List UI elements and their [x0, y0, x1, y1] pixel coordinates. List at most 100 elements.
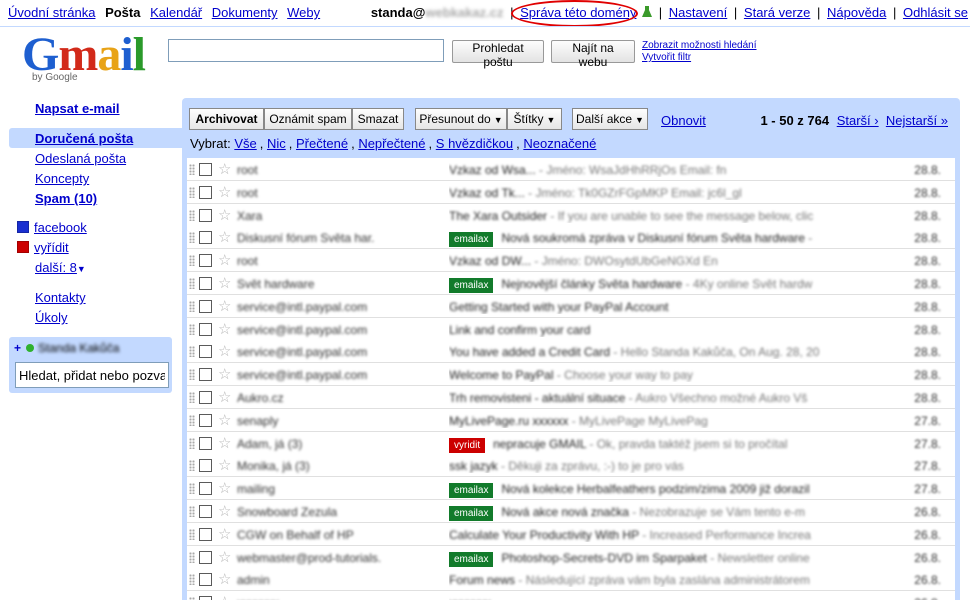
table-row[interactable]: ☆ CGW on Behalf of HP Calculate Your Produ…	[187, 522, 955, 546]
sidebar-item-drafts[interactable]: Koncepty	[35, 171, 89, 186]
label-item-facebook[interactable]: facebook	[17, 220, 87, 235]
labs-flask-icon[interactable]	[642, 6, 653, 18]
logout-link[interactable]: Odhlásit se	[903, 5, 968, 20]
drag-handle-icon[interactable]	[189, 414, 195, 426]
chat-expand-icon[interactable]: +	[14, 341, 21, 355]
star-icon[interactable]: ☆	[218, 342, 231, 360]
select-read-link[interactable]: Přečtené	[296, 136, 348, 151]
topnav-mail[interactable]: Pošta	[105, 5, 140, 20]
star-icon[interactable]: ☆	[218, 548, 231, 566]
label-item-vyridit[interactable]: vyřídit	[17, 240, 69, 255]
drag-handle-icon[interactable]	[189, 369, 195, 381]
drag-handle-icon[interactable]	[189, 300, 195, 312]
table-row[interactable]: ☆ service@intl.paypal.com You have added a…	[187, 340, 955, 364]
row-checkbox[interactable]	[199, 299, 212, 313]
table-row[interactable]: ☆ xxxxxxx xxxxxxx 26.8.	[187, 591, 955, 600]
old-version-link[interactable]: Stará verze	[744, 5, 810, 20]
star-icon[interactable]: ☆	[218, 365, 231, 383]
table-row[interactable]: ☆ Svět hardware emailax Nejnovější články S…	[187, 272, 955, 295]
star-icon[interactable]: ☆	[218, 593, 231, 600]
drag-handle-icon[interactable]	[189, 528, 195, 540]
sidebar-item-tasks[interactable]: Úkoly	[35, 310, 68, 325]
search-web-button[interactable]: Najít na webu	[551, 40, 635, 69]
row-checkbox[interactable]	[199, 208, 212, 222]
status-online-icon[interactable]	[26, 344, 35, 352]
drag-handle-icon[interactable]	[189, 551, 195, 563]
row-checkbox[interactable]	[199, 527, 212, 541]
row-checkbox[interactable]	[199, 277, 212, 290]
row-checkbox[interactable]	[199, 596, 212, 600]
table-row[interactable]: ☆ Monika, já (3) ssk jazyk - Děkuji za zpr…	[187, 454, 955, 478]
row-checkbox[interactable]	[199, 368, 212, 382]
drag-handle-icon[interactable]	[189, 255, 195, 267]
star-icon[interactable]: ☆	[218, 479, 231, 497]
row-checkbox[interactable]	[199, 254, 212, 268]
star-icon[interactable]: ☆	[218, 251, 231, 269]
gmail-logo[interactable]: Gmail by Google	[22, 30, 154, 88]
sidebar-item-sent[interactable]: Odeslaná pošta	[35, 151, 126, 166]
table-row[interactable]: ☆ Aukro.cz Trh removisteni - aktuální situ…	[187, 386, 955, 409]
star-icon[interactable]: ☆	[218, 320, 231, 338]
more-actions-dropdown[interactable]: Další akce ▼	[572, 108, 648, 130]
row-checkbox[interactable]	[199, 436, 212, 450]
sidebar-item-inbox[interactable]: Doručená pošta	[9, 128, 182, 148]
star-icon[interactable]: ☆	[218, 183, 231, 201]
star-icon[interactable]: ☆	[218, 274, 231, 292]
domain-admin-link[interactable]: Správa této domény	[520, 5, 636, 20]
row-checkbox[interactable]	[199, 573, 212, 587]
star-icon[interactable]: ☆	[218, 434, 231, 452]
table-row[interactable]: ☆ service@intl.paypal.com Welcome to PayPa…	[187, 363, 955, 387]
table-row[interactable]: ☆ admin Forum news - Následující zpráva vá…	[187, 568, 955, 592]
star-icon[interactable]: ☆	[218, 388, 231, 406]
report-spam-button[interactable]: Oznámit spam	[264, 108, 352, 130]
archive-button[interactable]: Archivovat	[189, 108, 264, 130]
star-icon[interactable]: ☆	[218, 228, 231, 246]
star-icon[interactable]: ☆	[218, 297, 231, 315]
table-row[interactable]: ☆ Diskusní fórum Světa har. emailax Nová so…	[187, 226, 955, 250]
star-icon[interactable]: ☆	[218, 502, 231, 520]
select-none-link[interactable]: Nic	[267, 136, 286, 151]
row-checkbox[interactable]	[199, 185, 212, 199]
row-checkbox[interactable]	[199, 231, 212, 245]
select-unstarred-link[interactable]: Neoznačené	[523, 136, 596, 151]
star-icon[interactable]: ☆	[218, 570, 231, 588]
table-row[interactable]: ☆ root Vzkaz od Tk... - Jméno: Tk0GZrFGpMK…	[187, 180, 955, 204]
table-row[interactable]: ☆ service@intl.paypal.com Getting Started …	[187, 294, 955, 318]
oldest-link[interactable]: Nejstarší »	[886, 113, 948, 128]
help-link[interactable]: Nápověda	[827, 5, 886, 20]
row-checkbox[interactable]	[199, 163, 212, 176]
table-row[interactable]: ☆ service@intl.paypal.com Link and confirm…	[187, 317, 955, 341]
row-checkbox[interactable]	[199, 482, 212, 496]
drag-handle-icon[interactable]	[189, 506, 195, 517]
table-row[interactable]: ☆ root Vzkaz od Wsa... - Jméno: WsaJdHhRRj…	[187, 158, 955, 181]
show-search-options-link[interactable]: Zobrazit možnosti hledání	[642, 40, 757, 52]
drag-handle-icon[interactable]	[189, 460, 195, 472]
more-labels-link[interactable]: další: 8▼	[35, 260, 86, 275]
select-all-link[interactable]: Vše	[234, 136, 256, 151]
create-filter-link[interactable]: Vytvořit filtr	[642, 52, 757, 64]
row-checkbox[interactable]	[199, 345, 212, 359]
labels-dropdown[interactable]: Štítky ▼	[507, 108, 562, 130]
drag-handle-icon[interactable]	[189, 232, 195, 244]
chat-user-name[interactable]: Standa Kakůča	[38, 341, 119, 355]
star-icon[interactable]: ☆	[218, 525, 231, 543]
table-row[interactable]: ☆ Adam, já (3) vyridit nepracuje GMAIL - Ok…	[187, 431, 955, 455]
refresh-link[interactable]: Obnovit	[661, 113, 706, 128]
topnav-sites[interactable]: Weby	[287, 5, 320, 20]
compose-link[interactable]: Napsat e-mail	[35, 101, 120, 116]
table-row[interactable]: ☆ webmaster@prod-tutorials. emailax Photosh…	[187, 545, 955, 569]
drag-handle-icon[interactable]	[189, 437, 195, 449]
drag-handle-icon[interactable]	[189, 483, 195, 495]
topnav-documents[interactable]: Dokumenty	[212, 5, 278, 20]
move-to-dropdown[interactable]: Přesunout do ▼	[415, 108, 507, 130]
row-checkbox[interactable]	[199, 413, 212, 427]
drag-handle-icon[interactable]	[189, 186, 195, 198]
select-unread-link[interactable]: Nepřečtené	[358, 136, 425, 151]
star-icon[interactable]: ☆	[218, 411, 231, 429]
drag-handle-icon[interactable]	[189, 346, 195, 358]
delete-button[interactable]: Smazat	[352, 108, 404, 130]
older-link[interactable]: Starší ›	[837, 113, 879, 128]
table-row[interactable]: ☆ root Vzkaz od DW... - Jméno: DWOsytdUbGe…	[187, 249, 955, 273]
star-icon[interactable]: ☆	[218, 206, 231, 224]
topnav-calendar[interactable]: Kalendář	[150, 5, 202, 20]
